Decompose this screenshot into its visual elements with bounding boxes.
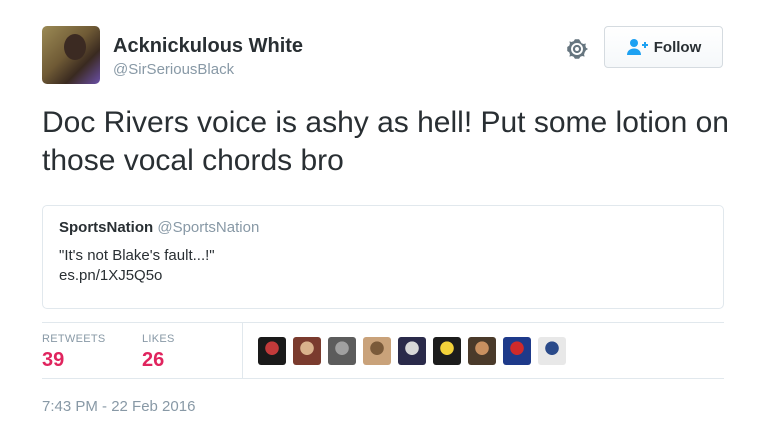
liker-avatar[interactable] <box>258 337 286 365</box>
likers-avatars <box>258 337 566 365</box>
follow-label: Follow <box>653 38 702 56</box>
likes-label: LIKES <box>142 333 175 345</box>
author-avatar[interactable] <box>42 26 100 84</box>
retweets-stat[interactable]: RETWEETS 39 <box>42 333 106 372</box>
liker-avatar[interactable] <box>468 337 496 365</box>
likes-stat[interactable]: LIKES 26 <box>142 333 175 372</box>
liker-avatar[interactable] <box>363 337 391 365</box>
quoted-tweet-header: SportsNation @SportsNation <box>59 218 707 238</box>
divider <box>42 378 724 379</box>
add-user-icon <box>626 39 648 55</box>
tweet-timestamp[interactable]: 7:43 PM - 22 Feb 2016 <box>42 398 195 415</box>
author-name[interactable]: Acknickulous White <box>113 35 303 58</box>
quoted-author-name: SportsNation <box>59 219 154 236</box>
quoted-tweet-text: "It's not Blake's fault...!" <box>59 247 215 264</box>
liker-avatar[interactable] <box>433 337 461 365</box>
liker-avatar[interactable] <box>538 337 566 365</box>
author-handle[interactable]: @SirSeriousBlack <box>113 61 234 78</box>
quoted-tweet-link[interactable]: es.pn/1XJ5Q5o <box>59 266 707 286</box>
gear-icon[interactable] <box>564 36 590 62</box>
retweets-count: 39 <box>42 349 65 371</box>
liker-avatar[interactable] <box>328 337 356 365</box>
quoted-author-handle: @SportsNation <box>157 219 260 236</box>
stats-separator <box>242 323 243 378</box>
liker-avatar[interactable] <box>398 337 426 365</box>
liker-avatar[interactable] <box>293 337 321 365</box>
likes-count: 26 <box>142 349 165 371</box>
tweet-text: Doc Rivers voice is ashy as hell! Put so… <box>42 106 729 177</box>
retweets-label: RETWEETS <box>42 333 106 345</box>
quoted-tweet[interactable]: SportsNation @SportsNation "It's not Bla… <box>42 205 724 309</box>
liker-avatar[interactable] <box>503 337 531 365</box>
follow-button[interactable]: Follow <box>604 26 723 68</box>
divider <box>42 322 724 323</box>
